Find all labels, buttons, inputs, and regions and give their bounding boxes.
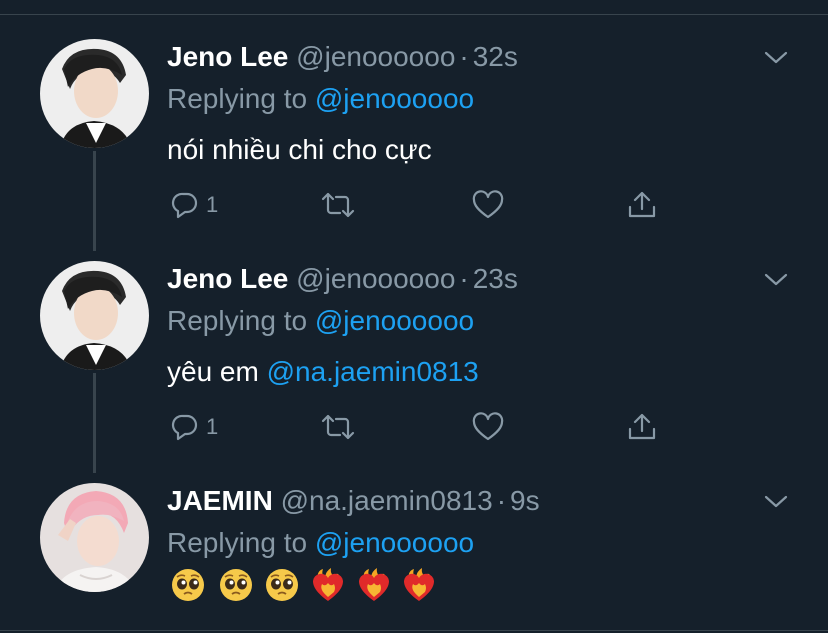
retweet-button[interactable] [320,187,356,223]
avatar[interactable] [40,39,149,148]
separator-dot: · [496,485,507,516]
mention-link[interactable]: @jenoooooo [315,305,474,336]
tweet-text: yêu em @na.jaemin0813 [167,355,479,389]
separator-dot: · [459,263,469,294]
like-button[interactable] [472,409,504,445]
reply-button[interactable]: 1 [170,187,218,223]
retweet-icon [321,192,355,218]
heart-on-fire-icon [313,568,343,601]
tweet-actions: 1 [170,187,670,223]
tweet-text: nói nhiều chi cho cực [167,134,432,165]
heart-on-fire-icon [359,568,389,601]
reply-icon [171,414,198,441]
like-icon [472,190,504,219]
author-handle[interactable]: @jenoooooo [296,263,455,294]
chevron-down-icon[interactable] [762,269,790,289]
replying-to-label: Replying to [167,305,315,336]
replying-to: Replying to @jenoooooo [167,305,474,337]
reply-count: 1 [206,192,219,217]
author-handle[interactable]: @na.jaemin0813 [281,485,493,516]
chevron-down-icon[interactable] [762,47,790,67]
reply-button[interactable]: 1 [170,409,218,445]
author-name[interactable]: Jeno Lee [167,41,288,72]
retweet-icon [321,414,355,440]
tweet[interactable]: Jeno Lee @jenoooooo · 23s Replying to @jen… [0,239,828,473]
timestamp[interactable]: 23s [473,263,518,294]
mention-link[interactable]: @jenoooooo [315,527,474,558]
bottom-divider [0,630,828,631]
heart-on-fire-icon [404,568,434,601]
tweet-header: Jeno Lee @jenoooooo · 32s [167,41,518,73]
tweet-header: Jeno Lee @jenoooooo · 23s [167,263,518,295]
mention-link[interactable]: @jenoooooo [315,83,474,114]
tweet-text-content: yêu em [167,356,267,387]
share-icon [628,413,656,440]
pleading-face-icon [172,569,204,601]
tweet[interactable]: Jeno Lee @jenoooooo · 32s Replying to @jen… [0,17,828,251]
author-name[interactable]: JAEMIN [167,485,273,516]
thread-line [93,151,96,251]
reply-icon [171,192,198,219]
share-button[interactable] [626,187,658,223]
retweet-button[interactable] [320,409,356,445]
mention-link[interactable]: @na.jaemin0813 [267,356,479,387]
replying-to-label: Replying to [167,83,315,114]
replying-to: Replying to @jenoooooo [167,83,474,115]
author-name[interactable]: Jeno Lee [167,263,288,294]
avatar[interactable] [40,261,149,370]
top-divider [0,14,828,15]
separator-dot: · [459,41,469,72]
replying-to: Replying to @jenoooooo [167,527,474,559]
tweet-actions: 1 [170,409,670,445]
pleading-face-icon [266,569,298,601]
like-button[interactable] [472,187,504,223]
tweet[interactable]: JAEMIN @na.jaemin0813 · 9s Replying to @je… [0,461,828,631]
tweet-header: JAEMIN @na.jaemin0813 · 9s [167,485,540,517]
like-icon [472,412,504,441]
pleading-face-icon [220,569,252,601]
author-handle[interactable]: @jenoooooo [296,41,455,72]
timestamp[interactable]: 9s [510,485,540,516]
share-icon [628,191,656,218]
thread-line [93,373,96,473]
replying-to-label: Replying to [167,527,315,558]
timestamp[interactable]: 32s [473,41,518,72]
reply-count: 1 [206,414,219,439]
avatar[interactable] [40,483,149,592]
share-button[interactable] [626,409,658,445]
chevron-down-icon[interactable] [762,491,790,511]
